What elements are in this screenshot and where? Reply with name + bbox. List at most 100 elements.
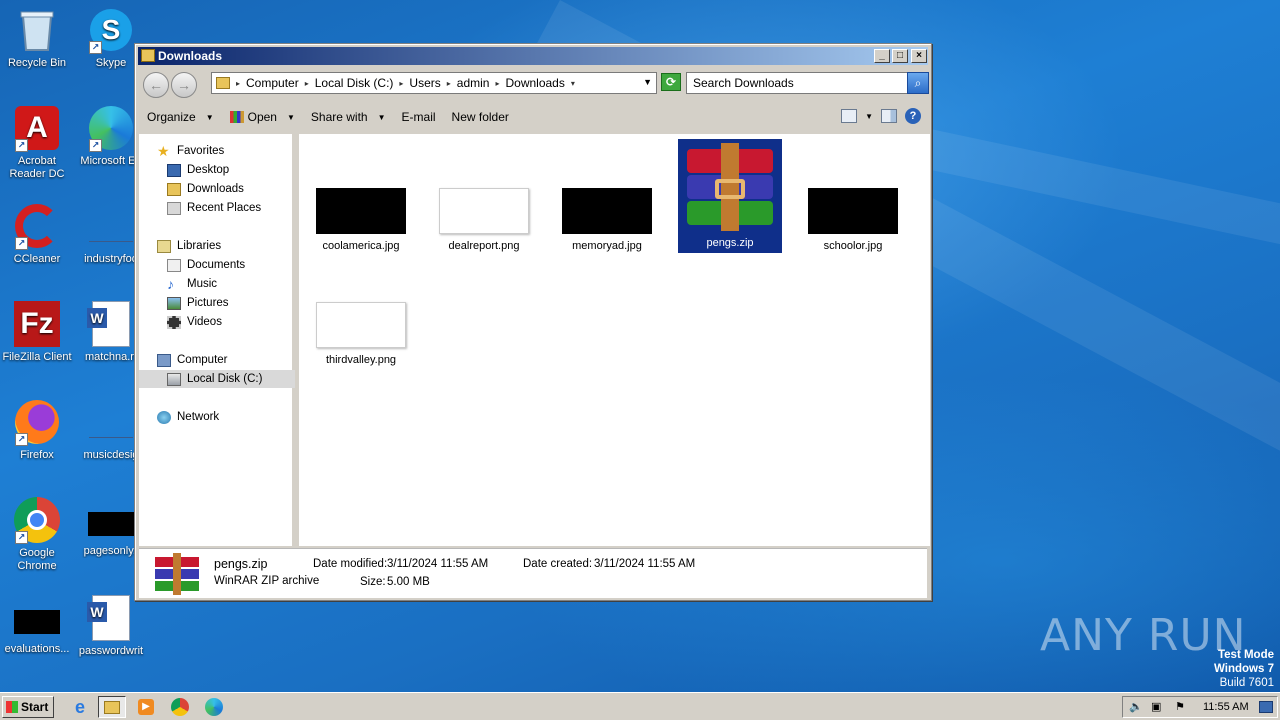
chevron-right-icon[interactable]: ▸ — [445, 79, 453, 88]
nav-recent-places[interactable]: Recent Places — [167, 199, 261, 217]
show-desktop-icon[interactable] — [1259, 701, 1273, 713]
share-with-button[interactable]: Share with ▼ — [303, 110, 394, 124]
navigation-pane: ★ Favorites Desktop Downloads Recent Plac… — [139, 134, 295, 546]
breadcrumb-local-disk[interactable]: Local Disk (C:) — [311, 76, 398, 90]
media-player-taskbar-icon[interactable]: ▶ — [132, 696, 160, 718]
nav-label: Favorites — [177, 145, 225, 157]
taskbar: Start e ▶ 🔈 ▣ ⚑ 11:55 AM — [0, 692, 1280, 720]
clock[interactable]: 11:55 AM — [1203, 697, 1249, 717]
refresh-icon[interactable]: ⟳ — [661, 73, 681, 91]
image-file-icon — [87, 506, 135, 542]
chevron-right-icon[interactable]: ▸ — [234, 79, 242, 88]
action-center-flag-icon[interactable]: ⚑ — [1175, 697, 1185, 717]
desktop-icon-recycle-bin[interactable]: Recycle Bin — [0, 6, 74, 70]
drive-icon — [167, 372, 181, 386]
title-bar[interactable]: Downloads _ □ × — [138, 47, 928, 65]
test-mode-notice: Test Mode Windows 7 Build 7601 — [1214, 648, 1274, 690]
nav-computer[interactable]: Computer — [157, 351, 228, 369]
email-button[interactable]: E-mail — [394, 110, 444, 124]
windows-version-line: Windows 7 — [1214, 663, 1274, 675]
chevron-down-icon[interactable]: ▼ — [865, 112, 873, 121]
breadcrumb-admin[interactable]: admin — [453, 76, 494, 90]
desktop-icon-filezilla[interactable]: Fz FileZilla Client — [0, 300, 74, 364]
ie-taskbar-icon[interactable]: e — [66, 696, 94, 718]
image-file-icon — [13, 604, 61, 640]
nav-label: Desktop — [187, 164, 230, 176]
word-doc-icon: W — [87, 300, 135, 348]
desktop-icon-ccleaner[interactable]: ↗ CCleaner — [0, 202, 74, 266]
explorer-window[interactable]: Downloads _ □ × ← → ▸ Computer ▸ Local D… — [134, 43, 932, 601]
desktop-icon-passwordwrit[interactable]: W passwordwrit — [74, 594, 148, 658]
close-button[interactable]: × — [911, 49, 927, 63]
chrome-taskbar-icon[interactable] — [166, 696, 194, 718]
file-item-coolamerica[interactable]: coolamerica.jpg — [309, 188, 413, 252]
folder-icon — [216, 77, 230, 89]
command-bar: Organize ▼ Open ▼ Share with ▼ E-mail New f… — [139, 102, 927, 132]
chevron-right-icon[interactable]: ▸ — [397, 79, 405, 88]
maximize-button[interactable]: □ — [892, 49, 908, 63]
chevron-right-icon[interactable]: ▸ — [303, 79, 311, 88]
word-doc-icon: W — [87, 594, 135, 642]
address-dropdown-icon[interactable]: ▼ — [643, 77, 652, 87]
help-icon[interactable]: ? — [905, 108, 921, 124]
search-input[interactable]: Search Downloads — [686, 72, 910, 94]
desktop-icon-chrome[interactable]: ↗ Google Chrome — [0, 496, 74, 573]
chevron-down-icon: ▼ — [286, 112, 295, 122]
file-item-thirdvalley[interactable]: thirdvalley.png — [309, 302, 413, 366]
nav-local-disk[interactable]: Local Disk (C:) — [139, 370, 295, 388]
breadcrumb-downloads[interactable]: Downloads — [501, 76, 568, 90]
file-icon — [87, 202, 135, 250]
icon-label: Google Chrome — [17, 547, 57, 572]
firefox-icon: ↗ — [13, 398, 61, 446]
nav-videos[interactable]: Videos — [167, 313, 222, 331]
breadcrumb-users[interactable]: Users — [405, 76, 444, 90]
computer-icon — [157, 353, 171, 367]
open-button[interactable]: Open ▼ — [222, 110, 303, 124]
explorer-taskbar-icon[interactable] — [98, 696, 126, 718]
chevron-right-icon[interactable]: ▸ — [493, 79, 501, 88]
network-tray-icon[interactable]: ▣ — [1151, 697, 1161, 717]
organize-button[interactable]: Organize ▼ — [139, 110, 222, 124]
pictures-icon — [167, 296, 181, 310]
start-button[interactable]: Start — [2, 696, 54, 718]
breadcrumb-computer[interactable]: Computer — [242, 76, 303, 90]
nav-downloads[interactable]: Downloads — [167, 180, 244, 198]
breadcrumb[interactable]: ▸ Computer ▸ Local Disk (C:) ▸ Users ▸ a… — [211, 72, 657, 94]
file-item-memoryad[interactable]: memoryad.jpg — [555, 188, 659, 252]
desktop-icon-firefox[interactable]: ↗ Firefox — [0, 398, 74, 462]
forward-button[interactable]: → — [171, 72, 197, 98]
test-mode-line: Test Mode — [1217, 649, 1274, 661]
file-item-dealreport[interactable]: dealreport.png — [432, 188, 536, 252]
details-created-value: 3/11/2024 11:55 AM — [594, 558, 696, 570]
preview-pane-icon[interactable] — [881, 109, 897, 123]
desktop-icon-acrobat[interactable]: A ↗ Acrobat Reader DC — [0, 104, 74, 181]
nav-label: Documents — [187, 259, 246, 271]
edge-taskbar-icon[interactable] — [200, 696, 228, 718]
nav-libraries[interactable]: Libraries — [157, 237, 221, 255]
new-folder-button[interactable]: New folder — [444, 110, 517, 124]
change-view-icon[interactable] — [841, 109, 858, 123]
desktop-icon-evaluations[interactable]: evaluations... — [0, 604, 74, 656]
file-item-schoolor[interactable]: schoolor.jpg — [801, 188, 905, 252]
nav-pictures[interactable]: Pictures — [167, 294, 229, 312]
chevron-down-icon: ▼ — [205, 112, 214, 122]
nav-network[interactable]: Network — [157, 408, 219, 426]
system-tray: 🔈 ▣ ⚑ 11:55 AM — [1122, 696, 1278, 718]
nav-favorites[interactable]: ★ Favorites — [157, 142, 224, 160]
details-file-name: pengs.zip — [214, 557, 268, 571]
search-icon[interactable]: ⌕ — [907, 72, 929, 94]
nav-music[interactable]: ♪ Music — [167, 275, 217, 293]
back-button[interactable]: ← — [143, 72, 169, 98]
nav-desktop[interactable]: Desktop — [167, 161, 229, 179]
chevron-down-icon[interactable]: ▾ — [569, 79, 577, 88]
edge-icon: ↗ — [87, 104, 135, 152]
chrome-icon: ↗ — [13, 496, 61, 544]
nav-label: Libraries — [177, 240, 222, 252]
file-item-pengs-zip[interactable]: pengs.zip — [678, 139, 782, 253]
icon-label: Acrobat Reader DC — [9, 155, 65, 180]
music-icon: ♪ — [167, 275, 174, 292]
volume-icon[interactable]: 🔈 — [1129, 697, 1143, 717]
minimize-button[interactable]: _ — [874, 49, 890, 63]
icon-label: Firefox — [20, 449, 54, 461]
nav-documents[interactable]: Documents — [167, 256, 245, 274]
